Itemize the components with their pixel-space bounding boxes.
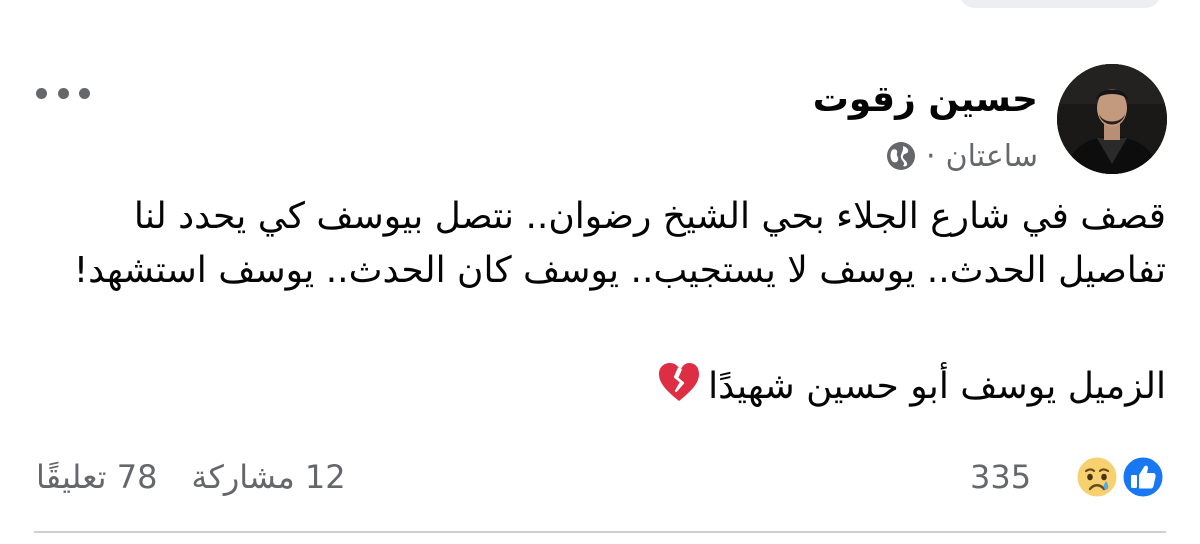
globe-icon[interactable] <box>886 141 916 171</box>
more-options-icon <box>36 87 47 99</box>
post-time[interactable]: ساعتان <box>946 139 1038 174</box>
broken-heart-icon <box>656 360 702 406</box>
reaction-count[interactable]: 335 <box>970 452 1031 502</box>
comments-count[interactable]: 78 تعليقًا <box>36 452 157 502</box>
more-options-button[interactable] <box>36 82 90 104</box>
avatar[interactable] <box>1057 64 1167 174</box>
post-meta: ساعتان · <box>886 136 1038 176</box>
post-caption-line: الزميل يوسف أبو حسين شهيدًا <box>30 360 1166 414</box>
meta-separator: · <box>926 138 936 174</box>
shares-count[interactable]: 12 مشاركة <box>191 452 345 502</box>
divider <box>34 531 1166 533</box>
more-options-dot <box>57 87 69 99</box>
author-name[interactable]: حسين زقوت <box>813 74 1038 126</box>
sad-icon <box>1074 454 1120 500</box>
reactions-summary[interactable]: 335 <box>970 452 1170 502</box>
avatar-photo <box>1057 64 1167 174</box>
post-caption: الزميل يوسف أبو حسين شهيدًا <box>708 366 1166 407</box>
more-options-dot <box>79 87 90 99</box>
post-text: قصف في شارع الجلاء بحي الشيخ رضوان.. نتص… <box>30 190 1166 414</box>
top-tab-edge <box>960 0 1160 8</box>
post-text-line-2: تفاصيل الحدث.. يوسف لا يستجيب.. يوسف كان… <box>73 250 1166 291</box>
engagement-stats: 12 مشاركة 78 تعليقًا <box>36 452 346 502</box>
post-card: حسين زقوت ساعتان · قصف في شارع الجلاء بح… <box>0 0 1200 544</box>
post-text-line-1: قصف في شارع الجلاء بحي الشيخ رضوان.. نتص… <box>133 196 1166 237</box>
like-icon <box>1120 454 1166 500</box>
